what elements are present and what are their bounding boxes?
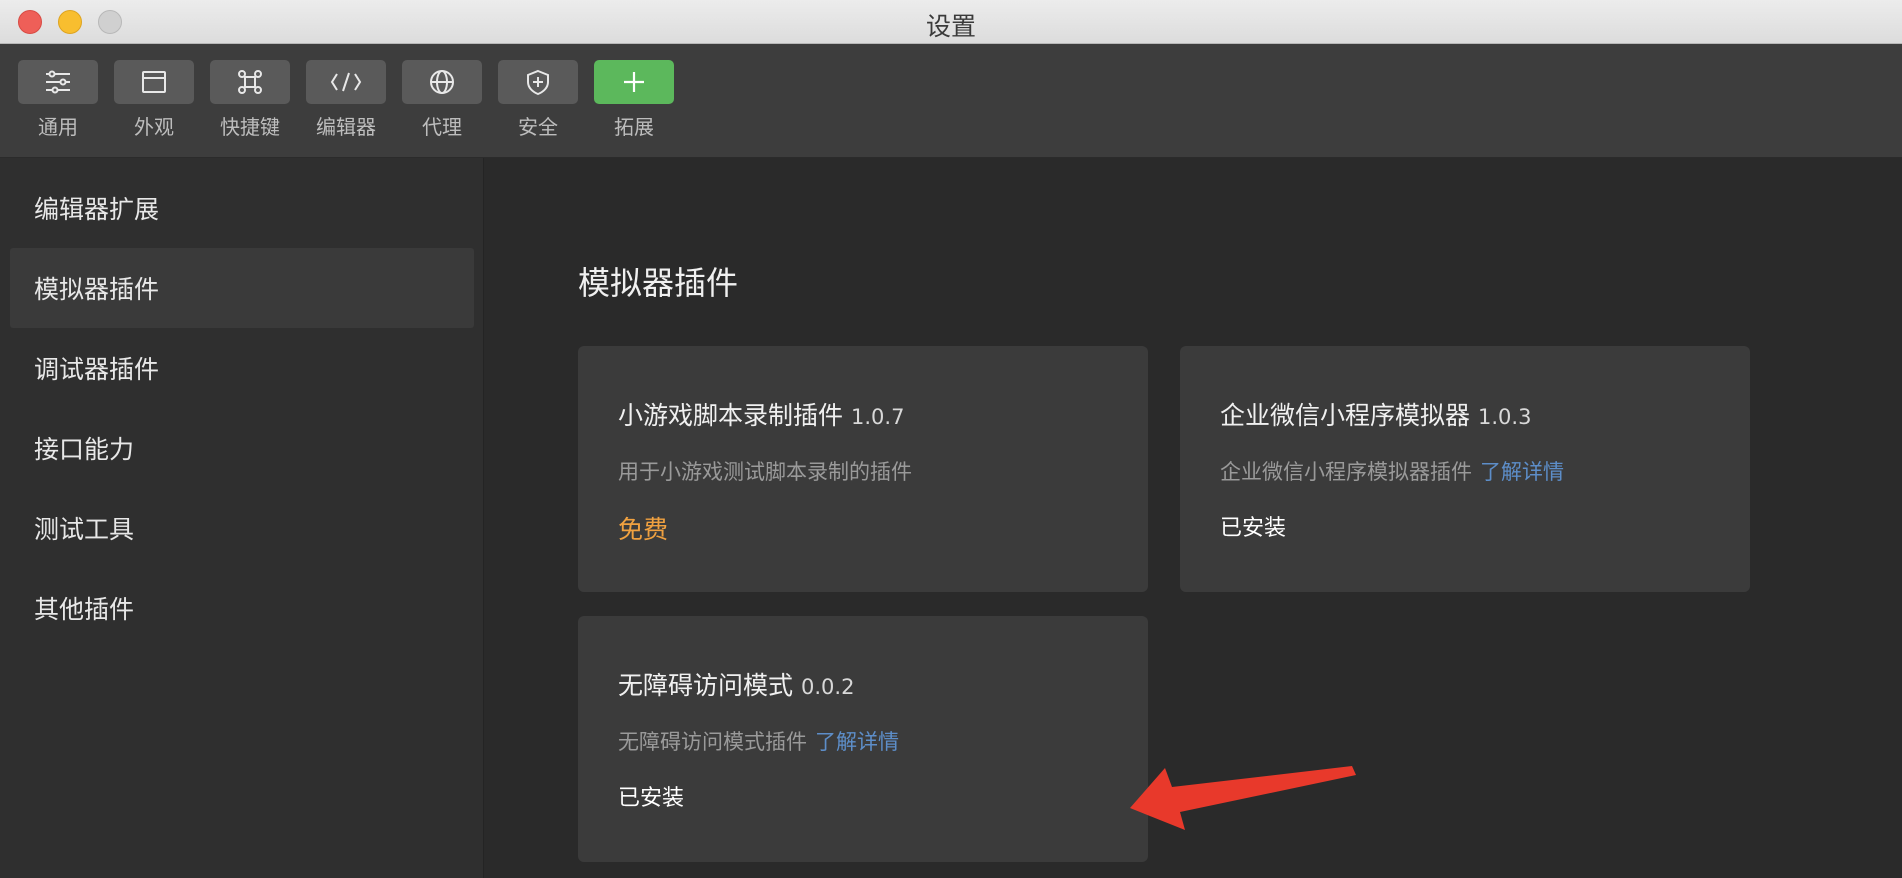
- code-icon: [330, 72, 362, 92]
- sliders-icon: [46, 70, 70, 94]
- plugin-description: 用于小游戏测试脚本录制的插件: [618, 460, 912, 484]
- plugin-price-badge[interactable]: 免费: [618, 510, 668, 546]
- plugin-name: 无障碍访问模式: [618, 671, 794, 700]
- toolbar-shortcuts-label: 快捷键: [220, 115, 280, 139]
- toolbar-appearance[interactable]: 外观: [114, 60, 194, 140]
- page-title: 模拟器插件: [578, 264, 739, 302]
- plugin-card[interactable]: 无障碍访问模式 0.0.2 无障碍访问模式插件 了解详情 已安装: [578, 616, 1148, 862]
- toolbar-general-button[interactable]: [18, 60, 98, 104]
- window-title: 设置: [925, 12, 976, 41]
- plugin-description: 无障碍访问模式插件: [618, 730, 807, 754]
- command-icon: [238, 70, 262, 94]
- main-panel: 模拟器插件 小游戏脚本录制插件 1.0.7 用于小游戏测试脚本录制的插件 免费 企…: [484, 158, 1902, 878]
- toolbar-appearance-button[interactable]: [114, 60, 194, 104]
- title-bar: 设置: [0, 0, 1902, 44]
- toolbar-security[interactable]: 安全: [498, 60, 578, 140]
- plugin-description: 企业微信小程序模拟器插件: [1220, 460, 1472, 484]
- toolbar-security-button[interactable]: [498, 60, 578, 104]
- plugin-status: 已安装: [1220, 516, 1287, 541]
- sidebar-item-editor-extensions[interactable]: 编辑器扩展: [10, 168, 474, 248]
- plugin-version: 0.0.2: [801, 675, 855, 699]
- toolbar-shortcuts-button[interactable]: [210, 60, 290, 104]
- plugin-status: 已安装: [618, 786, 685, 811]
- globe-icon: [430, 70, 454, 94]
- toolbar-proxy-label: 代理: [422, 115, 462, 139]
- plugin-name: 企业微信小程序模拟器: [1220, 401, 1471, 430]
- plugin-version: 1.0.7: [851, 405, 905, 429]
- toolbar-proxy-button[interactable]: [402, 60, 482, 104]
- toolbar-extensions-button[interactable]: [594, 60, 674, 104]
- sidebar: 编辑器扩展 模拟器插件 调试器插件 接口能力 测试工具 其他插件: [0, 158, 484, 878]
- sidebar-item-debugger-plugins[interactable]: 调试器插件: [10, 328, 474, 408]
- toolbar-shortcuts[interactable]: 快捷键: [210, 60, 290, 140]
- plus-icon: [624, 72, 644, 92]
- window-icon: [142, 71, 166, 93]
- toolbar-editor[interactable]: 编辑器: [306, 60, 386, 140]
- sidebar-item-other-plugins[interactable]: 其他插件: [10, 568, 474, 648]
- plugin-version: 1.0.3: [1478, 405, 1532, 429]
- learn-more-link[interactable]: 了解详情: [815, 730, 899, 754]
- sidebar-item-simulator-plugins[interactable]: 模拟器插件: [10, 248, 474, 328]
- toolbar-security-label: 安全: [518, 115, 558, 139]
- toolbar-extensions[interactable]: 拓展: [594, 60, 674, 140]
- sidebar-item-api-capabilities[interactable]: 接口能力: [10, 408, 474, 488]
- toolbar-general[interactable]: 通用: [18, 60, 98, 140]
- shield-icon: [527, 69, 549, 96]
- plugin-card[interactable]: 企业微信小程序模拟器 1.0.3 企业微信小程序模拟器插件 了解详情 已安装: [1180, 346, 1750, 592]
- plugin-name: 小游戏脚本录制插件: [618, 401, 844, 430]
- toolbar-editor-button[interactable]: [306, 60, 386, 104]
- toolbar-appearance-label: 外观: [134, 115, 174, 139]
- learn-more-link[interactable]: 了解详情: [1480, 460, 1564, 484]
- toolbar-proxy[interactable]: 代理: [402, 60, 482, 140]
- sidebar-item-test-tools[interactable]: 测试工具: [10, 488, 474, 568]
- toolbar-general-label: 通用: [38, 115, 78, 139]
- plugin-card[interactable]: 小游戏脚本录制插件 1.0.7 用于小游戏测试脚本录制的插件 免费: [578, 346, 1148, 592]
- settings-toolbar: 通用 外观 快捷键 编辑器 代理 安全 拓展: [0, 44, 1902, 158]
- toolbar-extensions-label: 拓展: [614, 115, 654, 139]
- toolbar-editor-label: 编辑器: [316, 115, 376, 139]
